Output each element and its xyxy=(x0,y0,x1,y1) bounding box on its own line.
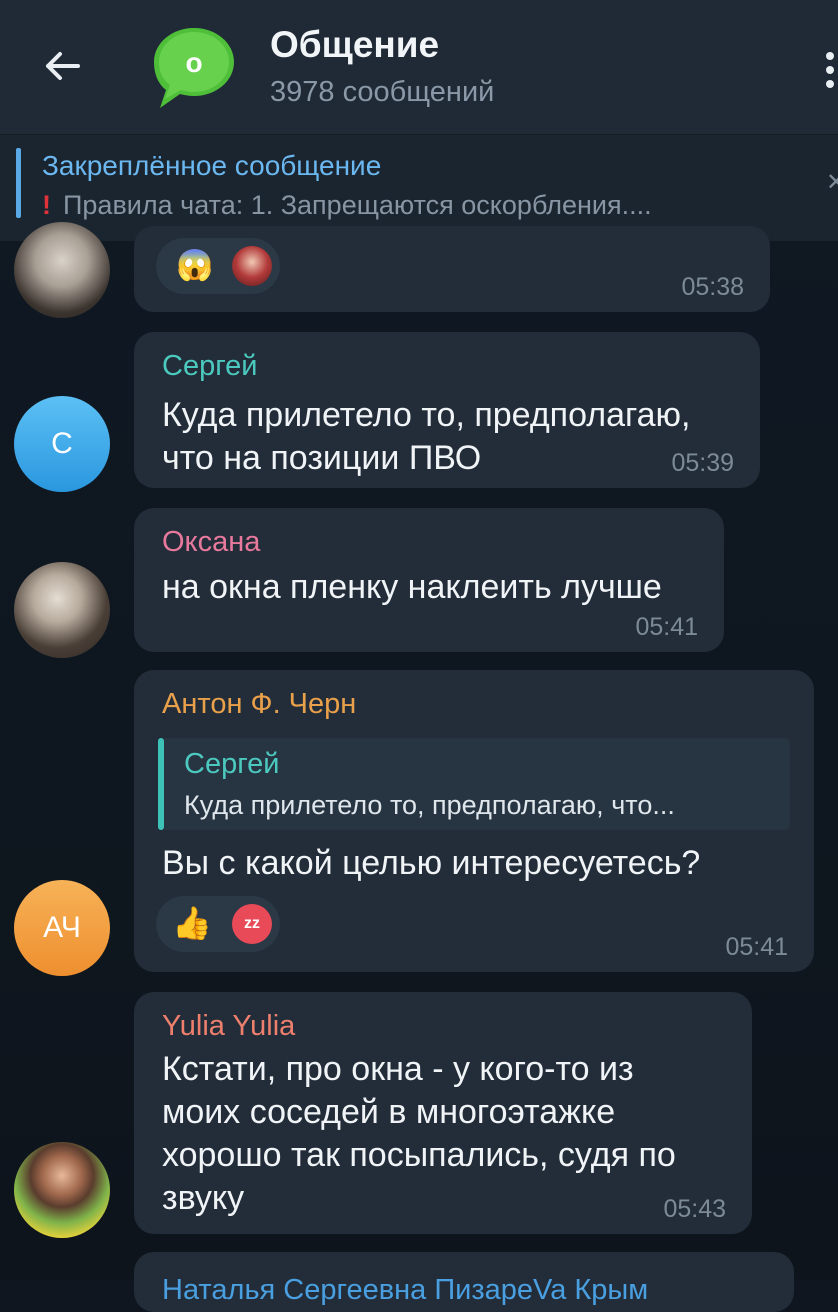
message-bubble[interactable]: Антон Ф. Черн Сергей Куда прилетело то, … xyxy=(134,670,814,972)
yulia-avatar[interactable] xyxy=(14,1142,110,1238)
oksana-avatar[interactable] xyxy=(14,562,110,658)
message-text-line: звуку xyxy=(162,1179,245,1217)
close-pinned-icon[interactable]: ✕ xyxy=(826,168,838,197)
message-text-line: моих соседей в многоэтажке xyxy=(162,1093,616,1131)
message-time: 05:43 xyxy=(663,1195,726,1223)
chat-title[interactable]: Общение xyxy=(270,24,439,66)
message-bubble[interactable]: Сергей Куда прилетело то, предполагаю, ч… xyxy=(134,332,760,488)
message-text-line: на окна пленку наклеить лучше xyxy=(162,568,662,606)
back-arrow-icon[interactable] xyxy=(40,44,84,88)
reactor-avatar[interactable] xyxy=(232,246,272,286)
message-text-line: Куда прилетело то, предполагаю, xyxy=(162,396,691,434)
avatar-initials: АЧ xyxy=(43,911,81,944)
more-menu-icon[interactable] xyxy=(822,52,838,92)
message-author[interactable]: Антон Ф. Черн xyxy=(162,688,356,721)
sergey-avatar[interactable]: С xyxy=(14,396,110,492)
chat-header xyxy=(0,0,838,134)
sleep-reaction-icon: zz xyxy=(232,904,272,944)
pinned-title: Закреплённое сообщение xyxy=(42,150,382,181)
chat-member-count: 3978 сообщений xyxy=(270,76,495,108)
message-time: 05:38 xyxy=(681,273,744,301)
svg-text:о: о xyxy=(185,47,202,78)
exclamation-icon: ! xyxy=(42,190,51,220)
message-author[interactable]: Yulia Yulia xyxy=(162,1010,295,1043)
message-author[interactable]: Сергей xyxy=(162,350,257,383)
message-text-line: хорошо так посыпались, судя по xyxy=(162,1136,676,1174)
pinned-text-content: Правила чата: 1. Запрещаются оскорбления… xyxy=(63,190,652,220)
reply-text: Куда прилетело то, предполагаю, что... xyxy=(184,790,675,820)
message-time: 05:39 xyxy=(671,449,734,477)
message-bubble[interactable]: Наталья Сергеевна ПизареVa Крым xyxy=(134,1252,794,1312)
message-bubble[interactable]: Yulia Yulia Кстати, про окна - у кого-то… xyxy=(134,992,752,1234)
message-text-line: Кстати, про окна - у кого-то из xyxy=(162,1050,634,1088)
scream-emoji-icon: 😱 xyxy=(176,249,214,282)
reaction-chip[interactable]: 😱 xyxy=(156,238,280,294)
reply-quote[interactable]: Сергей Куда прилетело то, предполагаю, ч… xyxy=(158,738,790,830)
chat-avatar-icon[interactable]: о xyxy=(148,22,240,114)
oksana-avatar[interactable] xyxy=(14,222,110,318)
reply-author: Сергей xyxy=(184,748,280,780)
message-text-line: Вы с какой целью интересуетесь? xyxy=(162,844,701,882)
pinned-indicator xyxy=(16,148,21,218)
message-author[interactable]: Наталья Сергеевна ПизареVa Крым xyxy=(162,1274,648,1307)
reaction-chip[interactable]: 👍 zz xyxy=(156,896,280,952)
anton-avatar[interactable]: АЧ xyxy=(14,880,110,976)
message-bubble[interactable]: 😱 05:38 xyxy=(134,226,770,312)
message-bubble[interactable]: Оксана на окна пленку наклеить лучше 05:… xyxy=(134,508,724,652)
message-time: 05:41 xyxy=(725,933,788,961)
message-author[interactable]: Оксана xyxy=(162,526,260,559)
message-time: 05:41 xyxy=(635,613,698,641)
pinned-text: ! Правила чата: 1. Запрещаются оскорблени… xyxy=(42,190,652,221)
reply-quote-bar xyxy=(158,738,164,830)
thumbs-up-emoji-icon: 👍 xyxy=(172,905,212,941)
message-text-line: что на позиции ПВО xyxy=(162,439,482,477)
avatar-initials: С xyxy=(51,427,73,460)
